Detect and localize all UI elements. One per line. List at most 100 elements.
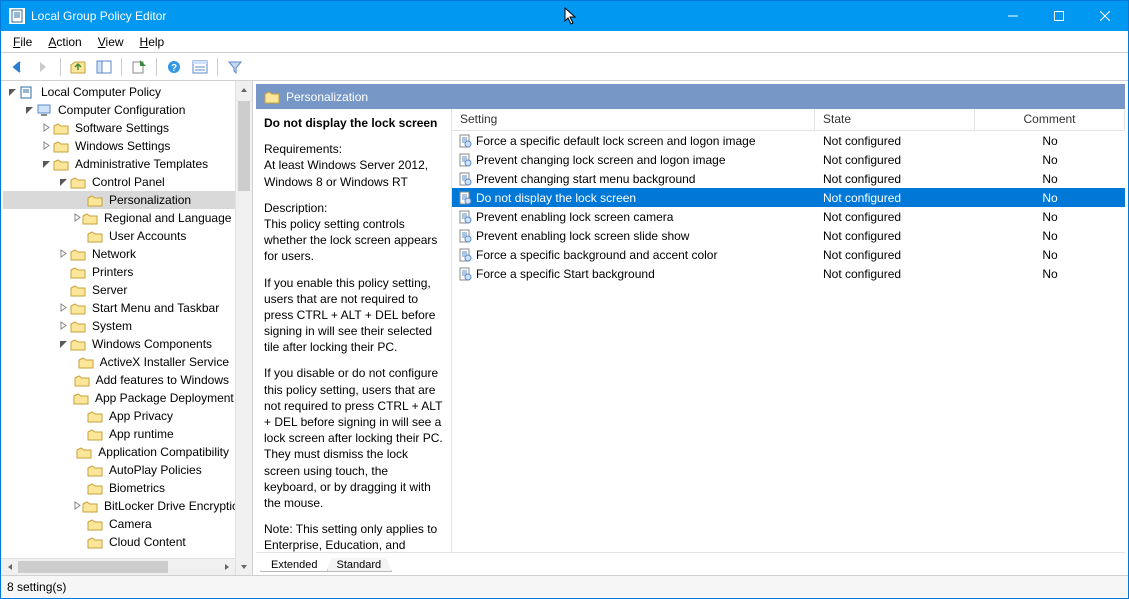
expand-icon[interactable]: [56, 321, 70, 332]
folder-icon: [76, 445, 92, 459]
tree-windows-settings[interactable]: Windows Settings: [3, 137, 235, 155]
setting-row[interactable]: Prevent changing start menu backgroundNo…: [452, 169, 1125, 188]
tree-start-menu-taskbar[interactable]: Start Menu and Taskbar: [3, 299, 235, 317]
settings-list[interactable]: Force a specific default lock screen and…: [452, 131, 1125, 552]
tree-printers[interactable]: Printers: [3, 263, 235, 281]
menu-view[interactable]: View: [90, 33, 132, 51]
selected-setting-name: Do not display the lock screen: [264, 115, 443, 131]
toolbar: ?: [1, 53, 1128, 81]
forward-button[interactable]: [31, 56, 55, 78]
requirements-text: At least Windows Server 2012, Windows 8 …: [264, 158, 428, 188]
tree-computer-configuration[interactable]: Computer Configuration: [3, 101, 235, 119]
collapse-icon[interactable]: [56, 177, 70, 188]
tab-standard[interactable]: Standard: [325, 558, 392, 572]
window-title: Local Group Policy Editor: [31, 9, 166, 23]
policy-icon: [458, 248, 472, 262]
tree-administrative-templates[interactable]: Administrative Templates: [3, 155, 235, 173]
menu-file[interactable]: File: [5, 33, 40, 51]
tree-item-label: Application Compatibility: [96, 445, 231, 459]
scroll-up-icon[interactable]: [236, 81, 252, 98]
folder-icon: [87, 193, 103, 207]
setting-row[interactable]: Do not display the lock screenNot config…: [452, 188, 1125, 207]
filter-button[interactable]: [223, 56, 247, 78]
tree-system[interactable]: System: [3, 317, 235, 335]
tree-item-label: Start Menu and Taskbar: [90, 301, 221, 315]
scroll-thumb[interactable]: [238, 101, 250, 191]
expand-icon[interactable]: [39, 141, 53, 152]
expand-icon[interactable]: [73, 213, 82, 224]
column-header-comment[interactable]: Comment: [975, 109, 1125, 130]
collapse-icon[interactable]: [22, 105, 36, 116]
help-button[interactable]: ?: [162, 56, 186, 78]
column-header-state[interactable]: State: [815, 109, 975, 130]
folder-icon: [53, 157, 69, 171]
up-button[interactable]: [66, 56, 90, 78]
back-button[interactable]: [5, 56, 29, 78]
tree-windows-components[interactable]: Windows Components: [3, 335, 235, 353]
folder-icon: [87, 535, 103, 549]
description-text: If you enable this policy setting, users…: [264, 275, 443, 356]
setting-comment: No: [975, 153, 1125, 167]
tree-regional-language[interactable]: Regional and Language Options: [3, 209, 235, 227]
tree-wc-item[interactable]: AutoPlay Policies: [3, 461, 235, 479]
export-button[interactable]: [127, 56, 151, 78]
setting-row[interactable]: Force a specific background and accent c…: [452, 245, 1125, 264]
setting-row[interactable]: Prevent changing lock screen and logon i…: [452, 150, 1125, 169]
tree-vertical-scrollbar[interactable]: [235, 81, 252, 575]
minimize-button[interactable]: [990, 1, 1036, 31]
scroll-left-icon[interactable]: [1, 559, 18, 575]
setting-comment: No: [975, 210, 1125, 224]
collapse-icon[interactable]: [56, 339, 70, 350]
menu-action[interactable]: Action: [40, 33, 89, 51]
setting-row[interactable]: Force a specific default lock screen and…: [452, 131, 1125, 150]
tab-extended[interactable]: Extended: [260, 558, 328, 572]
expand-icon[interactable]: [39, 123, 53, 134]
tree-personalization[interactable]: Personalization: [3, 191, 235, 209]
setting-row[interactable]: Prevent enabling lock screen slide showN…: [452, 226, 1125, 245]
policy-icon: [458, 210, 472, 224]
tree-software-settings[interactable]: Software Settings: [3, 119, 235, 137]
folder-icon: [82, 499, 98, 513]
tree-network[interactable]: Network: [3, 245, 235, 263]
column-header-setting[interactable]: Setting: [452, 109, 815, 130]
tree-wc-item[interactable]: Camera: [3, 515, 235, 533]
scroll-down-icon[interactable]: [236, 558, 252, 575]
expand-icon[interactable]: [56, 303, 70, 314]
setting-row[interactable]: Force a specific Start backgroundNot con…: [452, 264, 1125, 283]
setting-row[interactable]: Prevent enabling lock screen cameraNot c…: [452, 207, 1125, 226]
setting-comment: No: [975, 134, 1125, 148]
tree-wc-item[interactable]: Biometrics: [3, 479, 235, 497]
tree-wc-item[interactable]: Application Compatibility: [3, 443, 235, 461]
tree-view[interactable]: Local Computer PolicyComputer Configurat…: [1, 81, 235, 575]
tree-control-panel[interactable]: Control Panel: [3, 173, 235, 191]
app-icon: [9, 8, 25, 24]
tree-item-label: Biometrics: [107, 481, 167, 495]
tree-horizontal-scrollbar[interactable]: [1, 558, 235, 575]
tree-server[interactable]: Server: [3, 281, 235, 299]
expand-icon[interactable]: [56, 249, 70, 260]
tree-wc-item[interactable]: BitLocker Drive Encryption: [3, 497, 235, 515]
maximize-button[interactable]: [1036, 1, 1082, 31]
show-hide-tree-button[interactable]: [92, 56, 116, 78]
collapse-icon[interactable]: [5, 87, 19, 98]
tree-wc-item[interactable]: App Privacy: [3, 407, 235, 425]
description-text: If you disable or do not configure this …: [264, 365, 443, 511]
settings-list-pane: Setting State Comment Force a specific d…: [452, 109, 1125, 552]
collapse-icon[interactable]: [39, 159, 53, 170]
scroll-right-icon[interactable]: [218, 559, 235, 575]
tree-wc-item[interactable]: ActiveX Installer Service: [3, 353, 235, 371]
tree-item-label: App Privacy: [107, 409, 175, 423]
properties-button[interactable]: [188, 56, 212, 78]
expand-icon[interactable]: [73, 501, 82, 512]
tree-wc-item[interactable]: Add features to Windows: [3, 371, 235, 389]
tree-wc-item[interactable]: App Package Deployment: [3, 389, 235, 407]
close-button[interactable]: [1082, 1, 1128, 31]
tree-wc-item[interactable]: App runtime: [3, 425, 235, 443]
scroll-thumb[interactable]: [18, 561, 168, 573]
tree-wc-item[interactable]: Cloud Content: [3, 533, 235, 551]
titlebar[interactable]: Local Group Policy Editor: [1, 1, 1128, 31]
menu-help[interactable]: Help: [132, 33, 173, 51]
computer-icon: [36, 103, 52, 117]
tree-user-accounts[interactable]: User Accounts: [3, 227, 235, 245]
tree-root[interactable]: Local Computer Policy: [3, 83, 235, 101]
